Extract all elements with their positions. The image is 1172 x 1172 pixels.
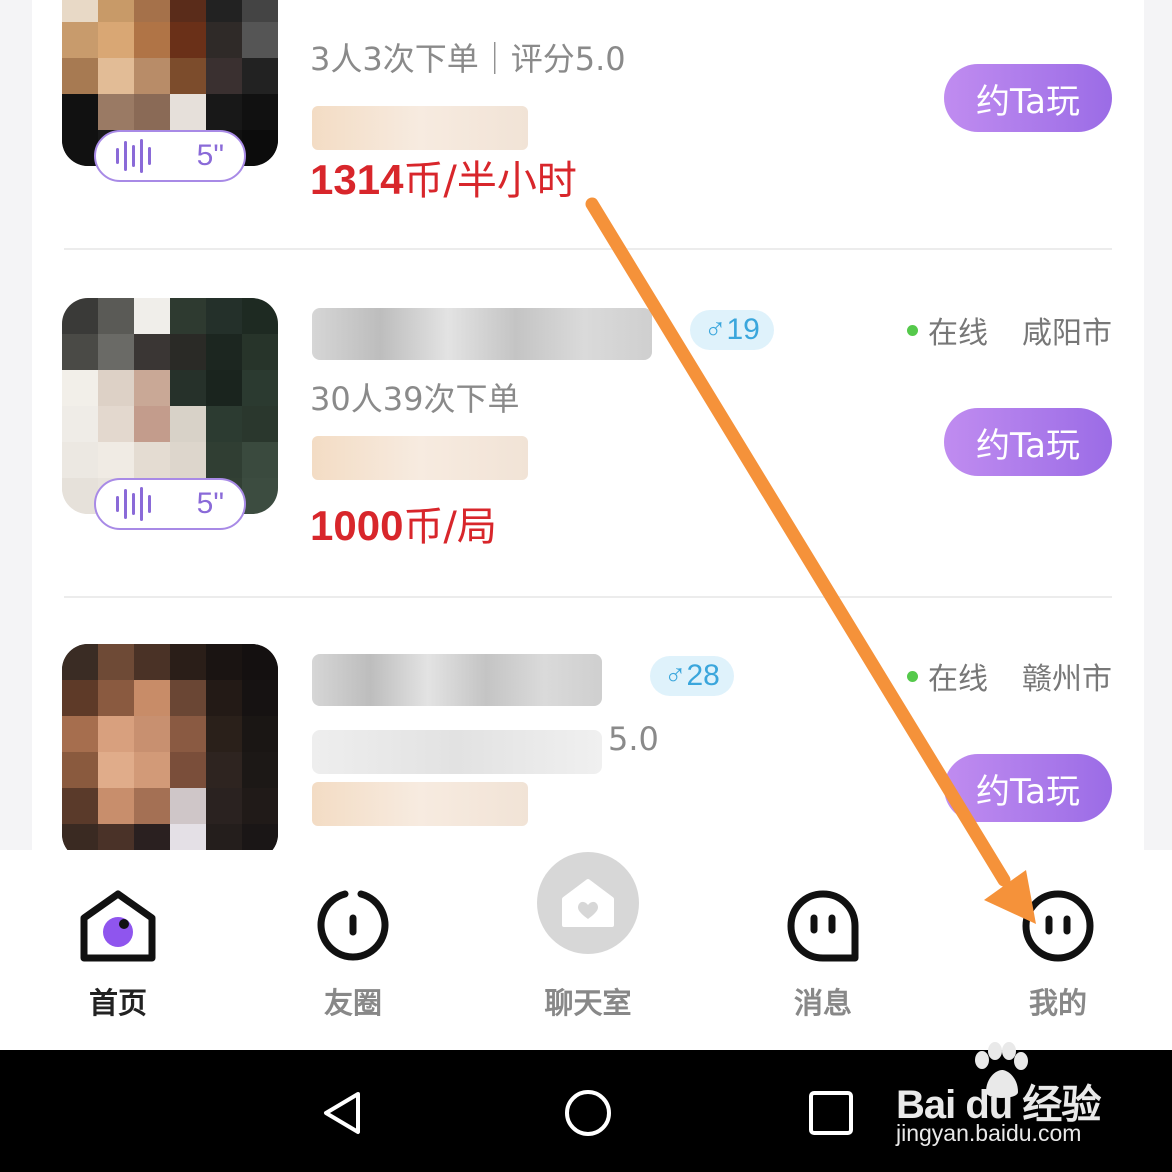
online-label: 在线 <box>928 662 988 697</box>
listing-item[interactable]: 5" 3人3次下单｜评分5.0 1314币/半小时 约Ta玩 <box>32 0 1112 250</box>
order-stats: 5.0 <box>608 720 659 758</box>
name-redacted <box>312 654 602 706</box>
online-dot-icon <box>907 324 918 336</box>
recents-icon[interactable] <box>806 1088 856 1138</box>
online-status: 在线 咸阳市 <box>907 310 1112 351</box>
listing-item[interactable]: 5" ♂19 在线 咸阳市 30人39次下单 1000币/局 约Ta玩 <box>32 298 1112 598</box>
online-label: 在线 <box>928 316 988 351</box>
tag-redacted <box>312 106 528 150</box>
voice-duration: 5" <box>196 487 224 520</box>
age-badge: ♂19 <box>690 310 774 350</box>
tab-moments[interactable]: 友圈 <box>273 888 433 1022</box>
order-stats: 30人39次下单 <box>310 380 520 418</box>
divider <box>64 248 1112 250</box>
bottom-tab-bar: 首页 友圈 聊天室 消息 我的 <box>0 814 1172 1050</box>
price-unit: 币/半小时 <box>403 158 577 204</box>
profile-icon <box>1022 890 1094 962</box>
tab-label: 聊天室 <box>544 986 632 1020</box>
avatar[interactable] <box>62 644 278 850</box>
voice-duration: 5" <box>196 139 224 172</box>
home-circle-icon[interactable] <box>563 1088 613 1138</box>
price: 1314币/半小时 <box>310 148 577 206</box>
order-stats: 3人3次下单｜评分5.0 <box>310 40 626 78</box>
stats-redacted <box>312 730 602 774</box>
tab-label: 首页 <box>88 986 147 1020</box>
voice-wave-icon <box>116 139 151 173</box>
price-number: 1314 <box>310 156 404 203</box>
tab-profile[interactable]: 我的 <box>978 888 1138 1022</box>
voice-intro-button[interactable]: 5" <box>94 478 246 530</box>
avatar-mosaic <box>62 644 278 850</box>
city-label: 咸阳市 <box>1022 316 1112 351</box>
online-dot-icon <box>907 670 918 682</box>
baidu-jingyan-watermark: Bai du 经验 jingyan.baidu.com <box>896 1042 1106 1152</box>
voice-wave-icon <box>116 487 151 521</box>
tab-label: 我的 <box>1028 986 1087 1020</box>
watermark-url: jingyan.baidu.com <box>896 1120 1082 1146</box>
home-icon <box>80 890 156 962</box>
message-icon <box>787 890 859 962</box>
moments-icon <box>317 890 389 961</box>
book-button[interactable]: 约Ta玩 <box>944 754 1112 822</box>
city-label: 赣州市 <box>1022 662 1112 697</box>
book-button[interactable]: 约Ta玩 <box>944 408 1112 476</box>
price-unit: 币/局 <box>403 504 497 550</box>
tab-label: 友圈 <box>323 986 382 1020</box>
voice-intro-button[interactable]: 5" <box>94 130 246 182</box>
price: 1000币/局 <box>310 494 497 552</box>
tag-redacted <box>312 782 528 826</box>
chatroom-icon <box>562 879 614 927</box>
listing-feed[interactable]: 5" 3人3次下单｜评分5.0 1314币/半小时 约Ta玩 5" ♂19 在线… <box>0 0 1172 850</box>
age-badge: ♂28 <box>650 656 734 696</box>
name-redacted <box>312 308 652 360</box>
chatroom-button[interactable] <box>537 852 639 954</box>
divider <box>64 596 1112 598</box>
online-status: 在线 赣州市 <box>907 656 1112 697</box>
tag-redacted <box>312 436 528 480</box>
tab-messages[interactable]: 消息 <box>743 888 903 1022</box>
tab-home[interactable]: 首页 <box>38 888 198 1022</box>
tab-label: 消息 <box>793 986 852 1020</box>
price-number: 1000 <box>310 502 404 549</box>
back-icon[interactable] <box>318 1088 368 1138</box>
book-button[interactable]: 约Ta玩 <box>944 64 1112 132</box>
